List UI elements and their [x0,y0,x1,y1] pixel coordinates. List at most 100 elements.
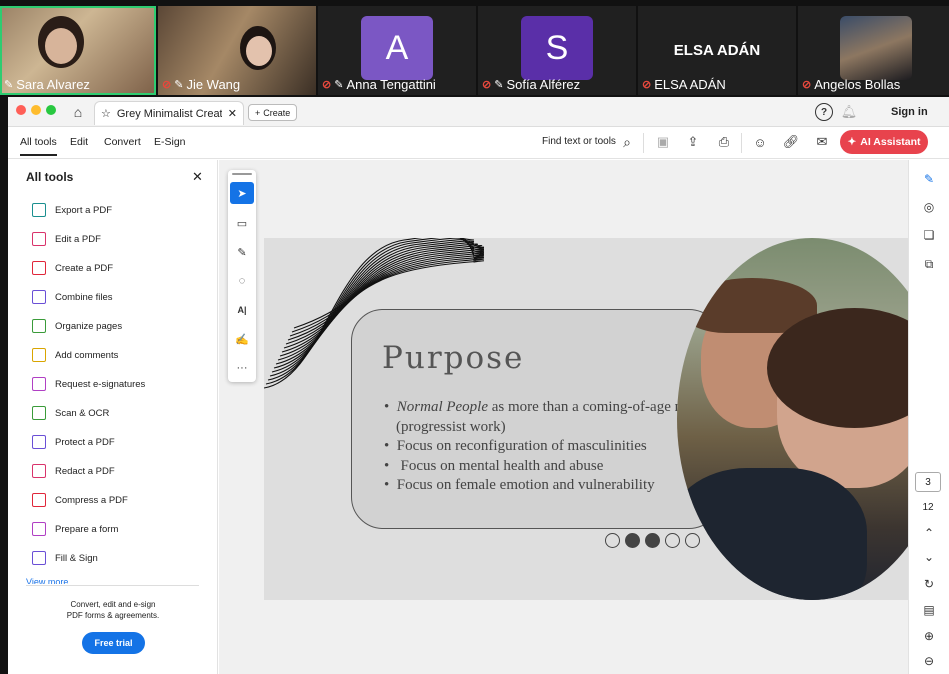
link-icon[interactable]: 🔗︎ [782,133,800,151]
tool-item[interactable]: Fill & Sign [32,549,98,567]
participant-name: Anna Tengattini [346,77,436,92]
tool-item[interactable]: Compress a PDF [32,491,128,509]
tool-item[interactable]: Scan & OCR [32,404,109,422]
menu-esign[interactable]: E-Sign [154,136,186,148]
close-window-button[interactable] [16,105,26,115]
bullet-italic: Normal People [396,399,489,415]
zoom-in-icon[interactable]: ⊕ [919,627,939,645]
tool-item[interactable]: Create a PDF [32,259,113,277]
divider [643,133,644,153]
tool-item[interactable]: Redact a PDF [32,462,115,480]
mic-muted-icon: ⊘ [322,79,332,91]
tool-item[interactable]: Export a PDF [32,201,112,219]
select-cursor-icon[interactable]: ➤ [230,182,254,204]
comment-icon[interactable]: ▭ [230,212,254,234]
create-button[interactable]: + Create [248,104,298,121]
participant-tile-2[interactable]: ⊘ ✎ Jie Wang [158,6,316,95]
page-dot[interactable] [645,533,660,548]
tool-icon [32,348,46,362]
document-tab[interactable]: ☆ Grey Minimalist Creati... ✕ [94,101,244,125]
bullet-item: • Focus on mental health and abuse [384,457,604,474]
slide-pagination [605,533,700,548]
tool-label: Compress a PDF [55,494,128,506]
upload-cloud-icon[interactable]: ⇪ [684,133,702,151]
bullet-text: Focus on mental health and abuse [396,457,604,474]
pages-icon[interactable]: ⧉ [919,255,939,273]
page-dot[interactable] [605,533,620,548]
search-icon[interactable]: ⌕ [618,133,636,151]
bullet-text: Focus on reconfiguration of masculinitie… [396,438,647,455]
save-icon[interactable]: ▣ [654,133,672,151]
page-fit-icon[interactable]: ▤ [919,601,939,619]
menu-edit[interactable]: Edit [70,136,88,148]
participant-tile-6[interactable]: ⊘ Angelos Bollas [798,6,949,95]
bell-icon[interactable]: 🔔︎ [840,103,858,121]
ai-icon: ✦ [847,136,857,148]
close-panel-icon[interactable]: ✕ [192,169,203,185]
bookmark-icon[interactable]: ❏ [919,226,939,244]
tool-item[interactable]: Protect a PDF [32,433,115,451]
right-rail: ✎ ◎ ❏ ⧉ 3 12 ⌃ ⌄ ↻ ▤ ⊕ ⊖ [908,160,949,674]
mic-muted-icon: ⊘ [162,79,172,91]
chevron-down-icon[interactable]: ⌄ [919,548,939,566]
participant-tile-5[interactable]: ELSA ADÁN ⊘ ELSA ADÁN [638,6,796,95]
share-user-icon[interactable]: ☺ [751,133,769,151]
sign-in-link[interactable]: Sign in [891,106,928,118]
participant-name: Sofía Alférez [506,77,581,92]
tool-item[interactable]: Edit a PDF [32,230,101,248]
bullet-item: • Normal People as more than a coming-of… [384,399,708,435]
view-more-link[interactable]: View more [26,577,68,584]
participant-tile-1[interactable]: ✎ Sara Alvarez [0,6,156,95]
home-icon[interactable]: ⌂ [68,102,88,122]
free-trial-button[interactable]: Free trial [82,632,145,654]
current-page-input[interactable]: 3 [915,472,941,492]
bullet-item: • Focus on female emotion and vulnerabil… [384,477,655,494]
lasso-icon[interactable]: ◌ [230,270,254,292]
tool-item[interactable]: Request e-signatures [32,375,145,393]
help-icon[interactable]: ? [815,103,833,121]
zoom-out-icon[interactable]: ⊖ [919,652,939,670]
menu-all-tools[interactable]: All tools [20,136,57,156]
plus-icon: + [255,107,261,118]
drag-handle[interactable] [232,173,252,175]
tool-item[interactable]: Combine files [32,288,113,306]
refresh-icon[interactable]: ↻ [919,575,939,593]
tool-item[interactable]: Prepare a form [32,520,118,538]
mail-icon[interactable]: ✉ [813,133,831,151]
tool-label: Scan & OCR [55,407,110,419]
page-dot[interactable] [625,533,640,548]
more-options-icon[interactable]: ··· [230,357,254,379]
pen-icon[interactable]: ✎ [230,241,254,263]
page-dot[interactable] [685,533,700,548]
participant-video [840,16,912,80]
document-viewport[interactable]: ➤ ▭ ✎ ◌ A| ✍ ··· Purpose • Normal People… [219,160,908,674]
participant-name: Sara Alvarez [16,77,90,92]
tool-icon [32,261,46,275]
ai-assistant-button[interactable]: ✦ AI Assistant [840,130,928,154]
tool-icon [32,464,46,478]
star-icon[interactable]: ☆ [101,107,111,120]
maximize-window-button[interactable] [46,105,56,115]
tool-label: Edit a PDF [55,233,101,245]
participant-tile-4[interactable]: S ⊘ ✎ Sofía Alférez [478,6,636,95]
comments-icon[interactable]: ◎ [919,198,939,216]
tool-icon [32,377,46,391]
tool-item[interactable]: Organize pages [32,317,122,335]
divider [741,133,742,153]
print-icon[interactable]: ⎙ [715,133,733,151]
mic-muted-icon: ⊘ [642,79,652,91]
menu-convert[interactable]: Convert [104,136,141,148]
find-text-label[interactable]: Find text or tools [542,136,616,147]
edit-text-icon[interactable]: ✎ [919,170,939,188]
tool-label: Add comments [55,349,119,361]
signature-icon[interactable]: ✍ [230,328,254,350]
participant-tile-3[interactable]: A ⊘ ✎ Anna Tengattini [318,6,476,95]
couple-photo [677,238,908,600]
close-tab-icon[interactable]: ✕ [228,107,237,120]
chevron-up-icon[interactable]: ⌃ [919,524,939,542]
tool-item[interactable]: Add comments [32,346,118,364]
minimize-window-button[interactable] [31,105,41,115]
total-pages: 12 [922,502,934,513]
page-dot[interactable] [665,533,680,548]
text-box-icon[interactable]: A| [230,299,254,321]
